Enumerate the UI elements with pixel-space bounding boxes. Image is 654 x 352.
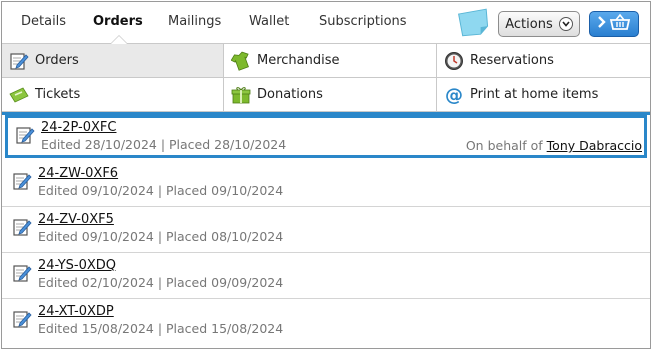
order-number-link[interactable]: 24-2P-0XFC bbox=[41, 120, 116, 135]
order-type-nav: Orders Merchandise Reservations Tickets … bbox=[2, 44, 650, 112]
gift-icon bbox=[231, 85, 251, 105]
order-edit-icon bbox=[15, 125, 35, 145]
order-number-link[interactable]: 24-ZW-0XF6 bbox=[38, 166, 118, 181]
tab-details[interactable]: Details bbox=[21, 14, 66, 29]
tab-subscriptions[interactable]: Subscriptions bbox=[319, 14, 407, 29]
order-dates: Edited 09/10/2024 | Placed 09/10/2024 bbox=[38, 183, 284, 198]
subnav-donations[interactable]: Donations bbox=[224, 78, 437, 112]
basket-button[interactable] bbox=[589, 11, 639, 37]
chevron-down-icon bbox=[558, 17, 573, 31]
actions-button[interactable]: Actions bbox=[498, 11, 580, 37]
shirt-icon bbox=[230, 51, 251, 71]
subnav-merchandise-label: Merchandise bbox=[257, 53, 340, 68]
order-row[interactable]: 24-XT-0XDP Edited 15/08/2024 | Placed 15… bbox=[2, 299, 650, 345]
order-number-link[interactable]: 24-XT-0XDP bbox=[38, 304, 114, 319]
subnav-orders[interactable]: Orders bbox=[2, 44, 224, 78]
customer-name-link[interactable]: Tony Dabraccio bbox=[547, 138, 642, 153]
order-dates: Edited 09/10/2024 | Placed 08/10/2024 bbox=[38, 229, 284, 244]
subnav-orders-label: Orders bbox=[35, 53, 79, 68]
order-row[interactable]: 24-ZV-0XF5 Edited 09/10/2024 | Placed 08… bbox=[2, 207, 650, 253]
order-number-link[interactable]: 24-YS-0XDQ bbox=[38, 258, 116, 273]
order-row[interactable]: 24-YS-0XDQ Edited 02/10/2024 | Placed 09… bbox=[2, 253, 650, 299]
order-edit-icon bbox=[12, 263, 32, 283]
orders-panel: Details Orders Mailings Wallet Subscript… bbox=[1, 1, 651, 349]
svg-text:@: @ bbox=[445, 85, 463, 105]
subnav-print-at-home-label: Print at home items bbox=[470, 87, 599, 102]
subnav-donations-label: Donations bbox=[257, 87, 323, 102]
order-number-link[interactable]: 24-ZV-0XF5 bbox=[38, 212, 114, 227]
subnav-print-at-home[interactable]: @ Print at home items bbox=[437, 78, 650, 112]
subnav-merchandise[interactable]: Merchandise bbox=[224, 44, 437, 78]
order-dates: Edited 15/08/2024 | Placed 15/08/2024 bbox=[38, 321, 284, 336]
subnav-reservations-label: Reservations bbox=[470, 53, 554, 68]
chevron-right-icon bbox=[597, 15, 607, 33]
tab-bar: Details Orders Mailings Wallet Subscript… bbox=[2, 2, 650, 44]
subnav-tickets[interactable]: Tickets bbox=[2, 78, 224, 112]
subnav-reservations[interactable]: Reservations bbox=[437, 44, 650, 78]
actions-label: Actions bbox=[505, 16, 553, 32]
order-edit-icon bbox=[12, 171, 32, 191]
order-row[interactable]: 24-ZW-0XF6 Edited 09/10/2024 | Placed 09… bbox=[2, 161, 650, 207]
subnav-tickets-label: Tickets bbox=[35, 87, 81, 102]
active-tab-pointer bbox=[110, 35, 128, 44]
order-row[interactable]: 24-2P-0XFC Edited 28/10/2024 | Placed 28… bbox=[5, 115, 647, 158]
sticky-note-icon[interactable] bbox=[457, 8, 490, 38]
ticket-icon bbox=[9, 85, 29, 105]
on-behalf-of: On behalf of Tony Dabraccio bbox=[466, 138, 642, 153]
order-dates: Edited 28/10/2024 | Placed 28/10/2024 bbox=[41, 137, 287, 152]
order-edit-icon bbox=[9, 51, 29, 71]
tab-orders[interactable]: Orders bbox=[93, 14, 143, 29]
tab-wallet[interactable]: Wallet bbox=[249, 14, 289, 29]
tab-mailings[interactable]: Mailings bbox=[168, 14, 221, 29]
basket-icon bbox=[609, 13, 631, 35]
order-edit-icon bbox=[12, 309, 32, 329]
at-icon: @ bbox=[444, 85, 464, 106]
clock-icon bbox=[444, 51, 464, 71]
on-behalf-label: On behalf of bbox=[465, 138, 543, 153]
order-dates: Edited 02/10/2024 | Placed 09/09/2024 bbox=[38, 275, 284, 290]
order-edit-icon bbox=[12, 217, 32, 237]
